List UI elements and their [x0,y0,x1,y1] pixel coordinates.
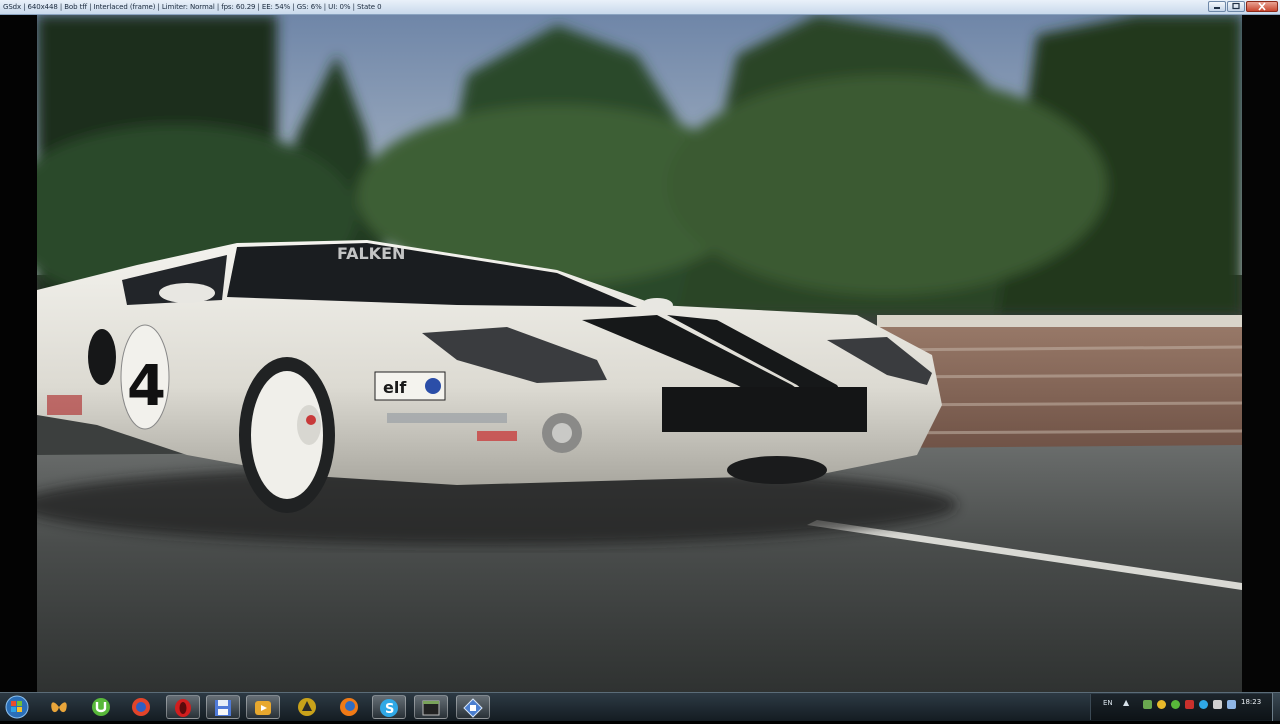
taskbar-item-daemon-tools[interactable] [290,695,324,719]
language-indicator[interactable]: EN [1103,699,1113,707]
svg-text:S: S [385,702,394,717]
taskbar-item-skype[interactable]: S [372,695,406,719]
terminal-window-icon [422,700,440,716]
close-button[interactable] [1246,1,1278,12]
tray-expand-icon[interactable]: ▲ [1123,698,1129,707]
taskbar-item-video-player[interactable] [246,695,280,719]
letterbox-right [1242,15,1280,692]
floppy-save-icon [215,700,231,716]
taskbar: S EN ▲ 18:23 [0,692,1280,721]
letterbox-left [0,15,37,692]
svg-text:FALKEN: FALKEN [337,244,405,263]
taskbar-item-utorrent[interactable] [84,695,118,719]
maximize-button[interactable] [1227,1,1245,12]
start-button[interactable] [2,694,32,720]
taskbar-item-opera[interactable] [166,695,200,719]
antivirus-icon[interactable] [1185,700,1194,709]
network-icon[interactable] [1143,700,1152,709]
window-title-bar[interactable]: GSdx | 640x448 | Bob tff | Interlaced (f… [0,0,1280,15]
security-icon[interactable] [1157,700,1166,709]
taskbar-item-terminal[interactable] [414,695,448,719]
pcsx2-icon [463,698,483,718]
taskbar-item-firefox[interactable] [332,695,366,719]
video-player-icon [255,701,271,715]
game-viewport[interactable]: FALKEN 4 elf [37,15,1242,692]
opera-icon [175,699,191,717]
taskbar-item-butterfly[interactable] [42,695,76,719]
car-number: 4 [127,354,166,419]
display-icon[interactable] [1227,700,1236,709]
minimize-button[interactable] [1208,1,1226,12]
minimize-icon [1214,7,1220,9]
windows-orb-icon [5,695,29,719]
skype-tray-icon[interactable] [1199,700,1208,709]
show-desktop-button[interactable] [1272,693,1280,721]
close-icon [1258,2,1266,11]
maximize-icon [1232,2,1240,10]
taskbar-item-save[interactable] [206,695,240,719]
butterfly-icon [51,702,67,713]
game-scene: FALKEN 4 elf [37,15,1242,692]
daemon-tools-icon [298,698,316,716]
clock[interactable]: 18:23 [1241,698,1261,706]
sponsor-decal: elf [383,378,407,397]
system-tray: EN ▲ 18:23 [1090,694,1280,720]
utorrent-tray-icon[interactable] [1171,700,1180,709]
firefox-icon [340,698,358,716]
skype-icon: S [380,699,398,717]
media-player-icon [132,698,150,716]
taskbar-item-media-player[interactable] [124,695,158,719]
volume-icon[interactable] [1213,700,1222,709]
window-title: GSdx | 640x448 | Bob tff | Interlaced (f… [3,3,382,11]
taskbar-item-pcsx2[interactable] [456,695,490,719]
utorrent-icon [92,698,110,716]
